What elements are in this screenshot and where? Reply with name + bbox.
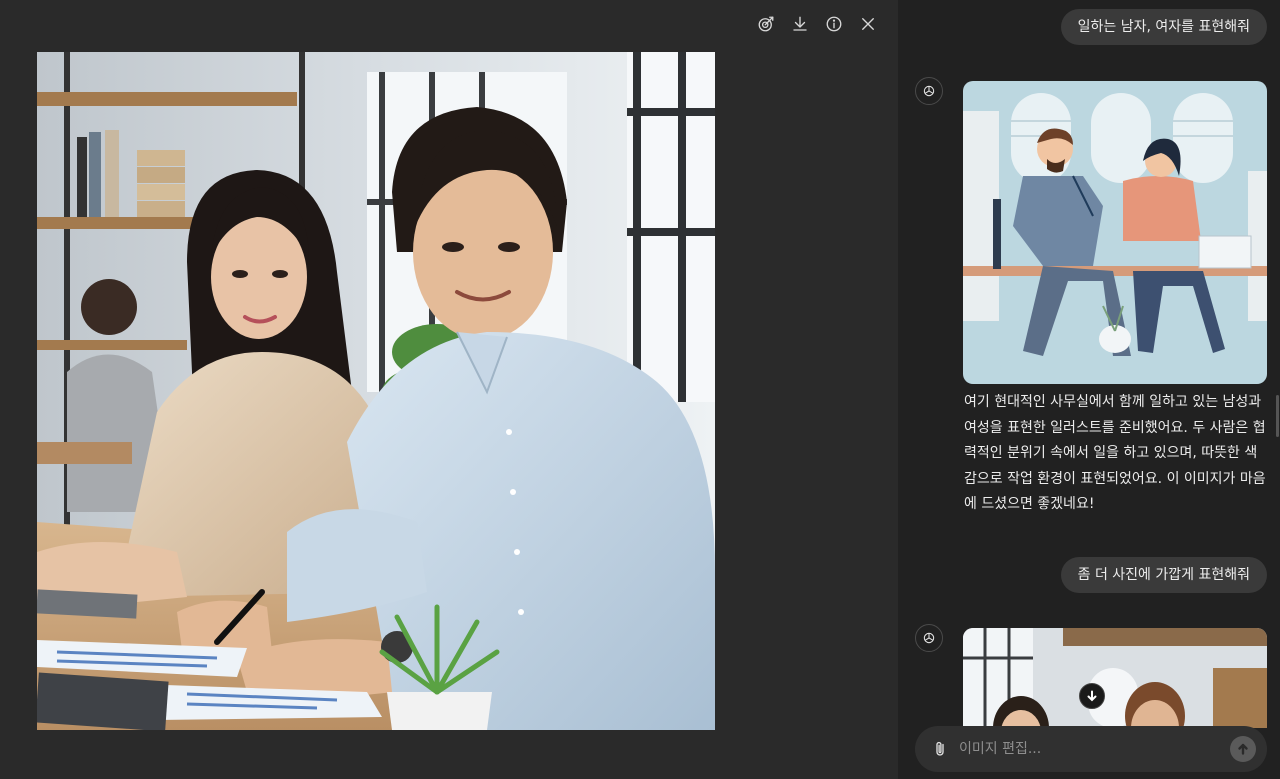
close-button[interactable] [858,10,878,38]
brush-target-icon [758,16,774,32]
assistant-image-thumbnail[interactable] [963,628,1267,728]
assistant-message: 여기 현대적인 사무실에서 함께 일하고 있는 남성과 여성을 표현한 일러스트… [964,394,1266,512]
office-photo-illustration [37,52,715,730]
close-icon [862,18,874,30]
image-viewer [0,0,898,779]
generated-image [37,52,715,730]
download-icon [793,16,807,31]
scroll-to-bottom-button[interactable] [1079,683,1105,709]
assistant-avatar [915,77,943,105]
download-button[interactable] [790,10,810,38]
office-photo-thumbnail [963,628,1267,728]
openai-logo-icon [923,632,935,644]
assistant-image-thumbnail[interactable] [963,81,1267,384]
chat-scrollbar[interactable] [1276,395,1279,437]
app-window: 일하는 남자, 여자를 표현해줘 여기 현대적인 사무실에서 함께 일하고 있는… [0,0,1280,779]
info-button[interactable] [824,10,844,38]
edit-image-input[interactable] [955,741,1230,757]
assistant-avatar [915,624,943,652]
send-button[interactable] [1230,736,1256,762]
openai-logo-icon [923,85,935,97]
viewer-toolbar [756,10,878,38]
user-message: 좀 더 사진에 가깝게 표현해줘 [1060,557,1267,593]
attach-button[interactable] [925,734,955,764]
paperclip-icon [936,741,944,756]
edit-image-button[interactable] [756,10,776,38]
arrow-up-icon [1238,743,1248,755]
user-message: 일하는 남자, 여자를 표현해줘 [1060,9,1267,45]
info-icon [826,16,842,32]
chat-panel: 일하는 남자, 여자를 표현해줘 여기 현대적인 사무실에서 함께 일하고 있는… [898,0,1280,779]
message-composer [915,726,1267,772]
office-illustration [963,81,1267,384]
arrow-down-icon [1087,690,1097,702]
